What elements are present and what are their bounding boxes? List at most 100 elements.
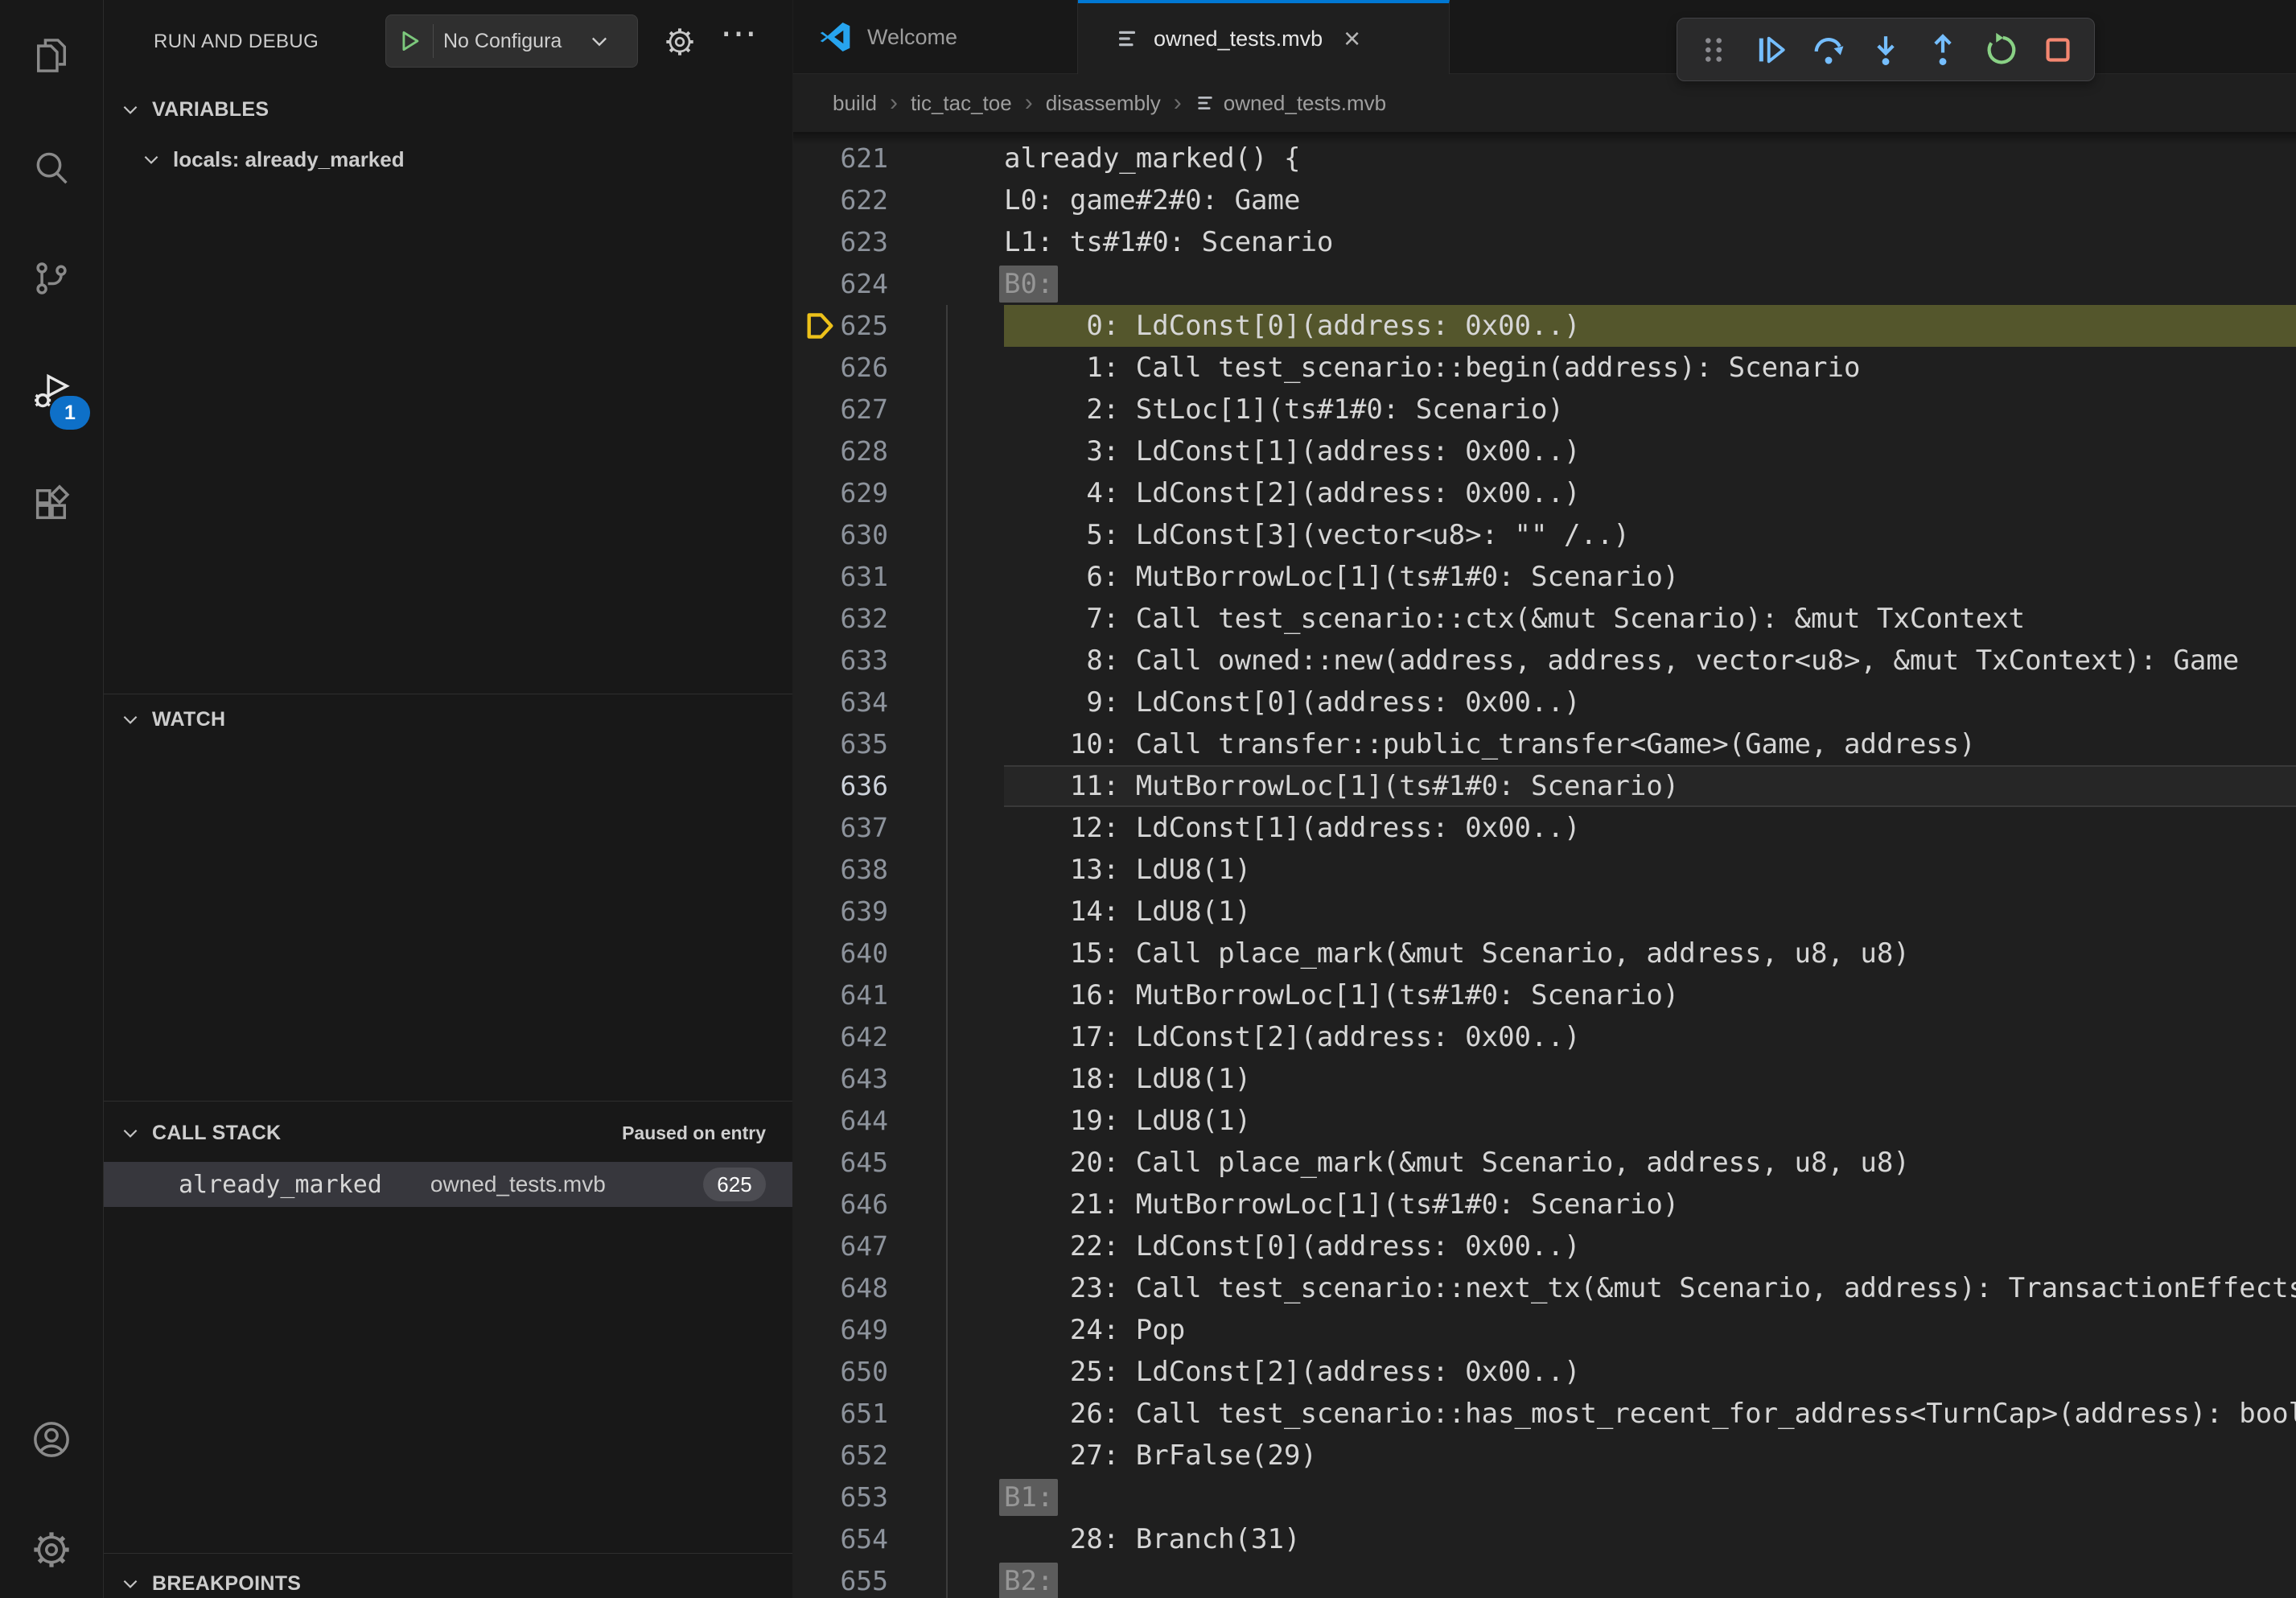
watch-section-header[interactable]: WATCH [104, 698, 792, 740]
editor-gutter[interactable]: 647 [793, 1225, 946, 1267]
variables-scope-row[interactable]: locals: already_marked [104, 138, 792, 180]
gutter-marker-zone[interactable] [793, 1351, 835, 1393]
gutter-marker-zone[interactable] [793, 263, 835, 305]
line-number[interactable]: 634 [835, 682, 888, 723]
line-number[interactable]: 645 [835, 1142, 888, 1184]
gutter-marker-zone[interactable] [793, 1518, 835, 1560]
line-number[interactable]: 629 [835, 472, 888, 514]
line-number[interactable]: 633 [835, 640, 888, 682]
editor-gutter[interactable]: 629 [793, 472, 946, 514]
editor-gutter[interactable]: 635 [793, 723, 946, 765]
code-line[interactable]: 627 2: StLoc[1](ts#1#0: Scenario) [793, 389, 2296, 430]
gutter-marker-zone[interactable] [793, 514, 835, 556]
gutter-marker-zone[interactable] [793, 1560, 835, 1598]
code-text[interactable]: 17: LdConst[2](address: 0x00..) [1004, 1016, 2296, 1058]
code-line[interactable]: 637 12: LdConst[1](address: 0x00..) [793, 807, 2296, 849]
gutter-marker-zone[interactable] [793, 138, 835, 179]
code-line[interactable]: 645 20: Call place_mark(&mut Scenario, a… [793, 1142, 2296, 1184]
activity-extensions-button[interactable] [0, 462, 103, 546]
code-text[interactable]: L0: game#2#0: Game [1004, 179, 2296, 221]
editor-gutter[interactable]: 642 [793, 1016, 946, 1058]
code-text[interactable]: 5: LdConst[3](vector<u8>: "" /..) [1004, 514, 2296, 556]
editor-gutter[interactable]: 633 [793, 640, 946, 682]
gutter-marker-zone[interactable] [793, 1435, 835, 1477]
gutter-marker-zone[interactable] [793, 891, 835, 933]
line-number[interactable]: 652 [835, 1435, 888, 1477]
code-text[interactable]: 27: BrFalse(29) [1004, 1435, 2296, 1477]
gutter-marker-zone[interactable] [793, 765, 835, 807]
code-line[interactable]: 628 3: LdConst[1](address: 0x00..) [793, 430, 2296, 472]
editor-gutter[interactable]: 643 [793, 1058, 946, 1100]
editor-gutter[interactable]: 622 [793, 179, 946, 221]
gutter-marker-zone[interactable] [793, 849, 835, 891]
code-line[interactable]: 635 10: Call transfer::public_transfer<G… [793, 723, 2296, 765]
gutter-marker-zone[interactable] [793, 974, 835, 1016]
code-line[interactable]: 626 1: Call test_scenario::begin(address… [793, 347, 2296, 389]
more-actions-button[interactable]: ⋯ [720, 11, 757, 55]
gutter-marker-zone[interactable] [793, 1225, 835, 1267]
code-text[interactable]: 9: LdConst[0](address: 0x00..) [1004, 682, 2296, 723]
code-line[interactable]: 652 27: BrFalse(29) [793, 1435, 2296, 1477]
account-button[interactable] [0, 1398, 103, 1481]
code-line[interactable]: 621 already_marked() { [793, 138, 2296, 179]
debug-settings-button[interactable] [664, 26, 696, 62]
line-number[interactable]: 643 [835, 1058, 888, 1100]
code-text[interactable]: 0: LdConst[0](address: 0x00..) [1004, 305, 2296, 347]
code-line[interactable]: 655B2: [793, 1560, 2296, 1598]
line-number[interactable]: 635 [835, 723, 888, 765]
editor-gutter[interactable]: 645 [793, 1142, 946, 1184]
breakpoints-section-header[interactable]: BREAKPOINTS [104, 1563, 792, 1598]
line-number[interactable]: 636 [835, 765, 888, 807]
code-text[interactable]: already_marked() { [1004, 138, 2296, 179]
activity-run-debug-button[interactable]: 1 [0, 351, 103, 435]
code-text[interactable]: 23: Call test_scenario::next_tx(&mut Sce… [1004, 1267, 2296, 1309]
gutter-marker-zone[interactable] [793, 1142, 835, 1184]
code-line[interactable]: 636 11: MutBorrowLoc[1](ts#1#0: Scenario… [793, 765, 2296, 807]
code-text[interactable]: 4: LdConst[2](address: 0x00..) [1004, 472, 2296, 514]
code-line[interactable]: 642 17: LdConst[2](address: 0x00..) [793, 1016, 2296, 1058]
gutter-marker-zone[interactable] [793, 347, 835, 389]
code-line[interactable]: 643 18: LdU8(1) [793, 1058, 2296, 1100]
code-text[interactable]: 7: Call test_scenario::ctx(&mut Scenario… [1004, 598, 2296, 640]
line-number[interactable]: 625 [835, 305, 888, 347]
line-number[interactable]: 631 [835, 556, 888, 598]
line-number[interactable]: 626 [835, 347, 888, 389]
code-text[interactable]: 14: LdU8(1) [1004, 891, 2296, 933]
gutter-marker-zone[interactable] [793, 807, 835, 849]
gutter-marker-zone[interactable] [793, 598, 835, 640]
code-text[interactable]: B0: [1004, 263, 2296, 305]
breadcrumb-item[interactable]: build [833, 91, 877, 116]
code-text[interactable]: 11: MutBorrowLoc[1](ts#1#0: Scenario) [1004, 765, 2296, 807]
line-number[interactable]: 649 [835, 1309, 888, 1351]
code-text[interactable]: 26: Call test_scenario::has_most_recent_… [1004, 1393, 2296, 1435]
line-number[interactable]: 632 [835, 598, 888, 640]
gutter-marker-zone[interactable] [793, 640, 835, 682]
code-line[interactable]: 630 5: LdConst[3](vector<u8>: "" /..) [793, 514, 2296, 556]
code-line[interactable]: 622 L0: game#2#0: Game [793, 179, 2296, 221]
editor-gutter[interactable]: 644 [793, 1100, 946, 1142]
line-number[interactable]: 639 [835, 891, 888, 933]
code-text[interactable]: 28: Branch(31) [1004, 1518, 2296, 1560]
line-number[interactable]: 630 [835, 514, 888, 556]
line-number[interactable]: 621 [835, 138, 888, 179]
line-number[interactable]: 648 [835, 1267, 888, 1309]
line-number[interactable]: 627 [835, 389, 888, 430]
code-viewport[interactable]: 621 already_marked() { 622 L0: game#2#0: Ga… [793, 132, 2296, 1598]
code-text[interactable]: 18: LdU8(1) [1004, 1058, 2296, 1100]
code-text[interactable]: 8: Call owned::new(address, address, vec… [1004, 640, 2296, 682]
gutter-marker-zone[interactable] [793, 430, 835, 472]
gutter-marker-zone[interactable] [793, 1393, 835, 1435]
gutter-marker-zone[interactable] [793, 723, 835, 765]
editor-gutter[interactable]: 639 [793, 891, 946, 933]
stop-button[interactable] [2033, 25, 2083, 75]
editor-gutter[interactable]: 632 [793, 598, 946, 640]
variables-section-header[interactable]: VARIABLES [104, 89, 792, 130]
gutter-marker-zone[interactable] [793, 1016, 835, 1058]
code-line[interactable]: 644 19: LdU8(1) [793, 1100, 2296, 1142]
code-text[interactable]: 24: Pop [1004, 1309, 2296, 1351]
gutter-marker-zone[interactable] [793, 933, 835, 974]
code-line[interactable]: 646 21: MutBorrowLoc[1](ts#1#0: Scenario… [793, 1184, 2296, 1225]
editor-gutter[interactable]: 641 [793, 974, 946, 1016]
play-icon[interactable] [396, 27, 423, 55]
tab-owned-tests[interactable]: owned_tests.mvb × [1078, 0, 1450, 74]
